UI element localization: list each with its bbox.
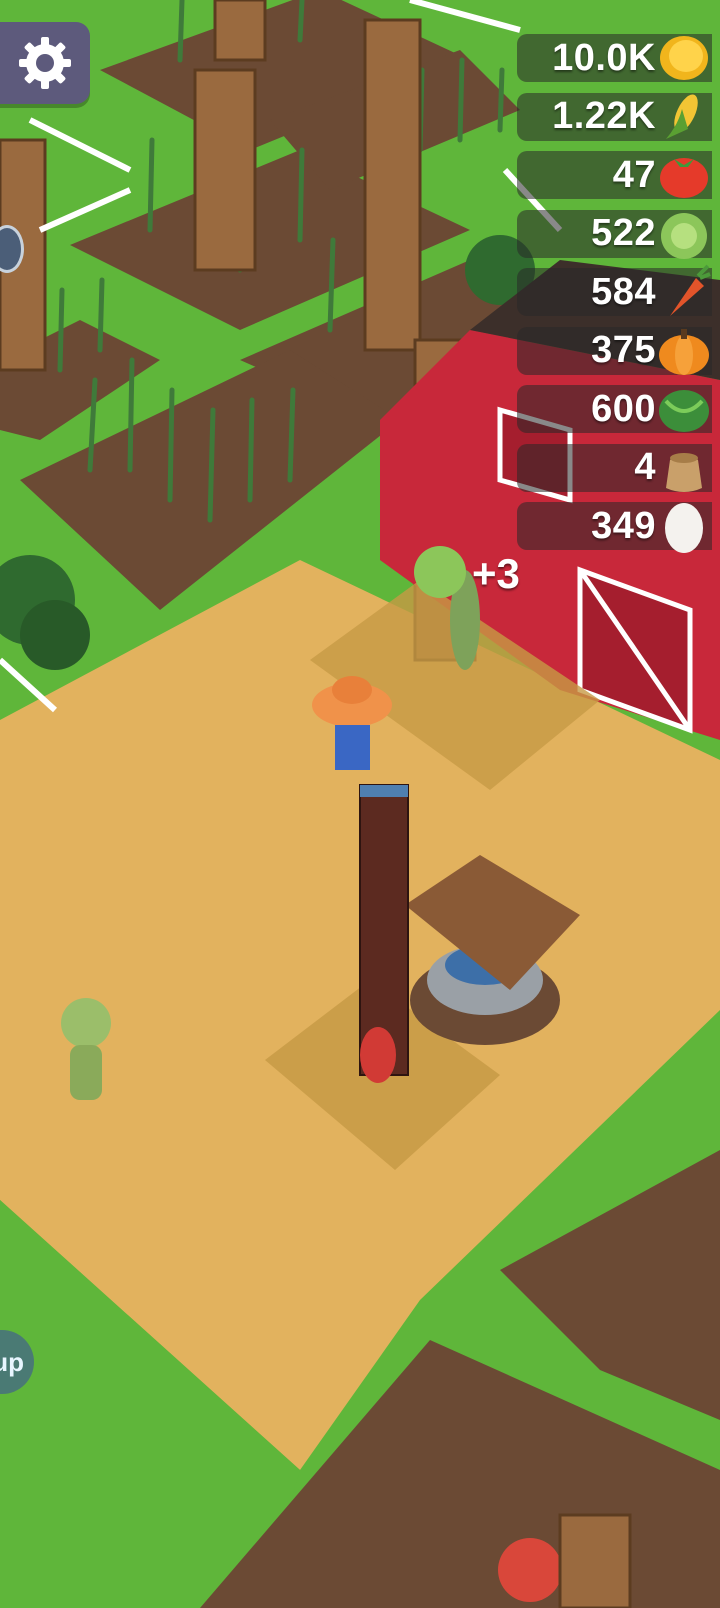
flour-value: 4 bbox=[634, 446, 656, 488]
carrot-value: 584 bbox=[591, 270, 656, 313]
gear-icon bbox=[19, 37, 71, 89]
tomato-icon bbox=[660, 158, 708, 198]
corn-icon bbox=[666, 93, 698, 139]
watermelon-value: 600 bbox=[591, 387, 656, 430]
corn-counter: 1.22K bbox=[517, 92, 712, 141]
tomato-value: 47 bbox=[612, 153, 656, 196]
carrot-counter: 584 bbox=[517, 264, 712, 316]
corn-value: 1.22K bbox=[552, 95, 656, 137]
settings-button[interactable] bbox=[0, 22, 90, 104]
gold-coin-icon bbox=[660, 36, 708, 80]
watermelon-icon bbox=[659, 390, 709, 432]
egg-counter: 349 bbox=[517, 502, 712, 553]
resource-counters: 10.0K 1.22K 47 522 584 375 600 4 349 bbox=[517, 34, 712, 561]
cabbage-icon bbox=[661, 212, 707, 259]
tomato-counter: 47 bbox=[517, 151, 712, 199]
carrot-icon bbox=[670, 264, 711, 316]
egg-icon bbox=[665, 503, 703, 553]
watermelon-counter: 600 bbox=[517, 385, 712, 433]
coin-counter: 10.0K bbox=[517, 34, 712, 82]
coin-value: 10.0K bbox=[552, 36, 656, 79]
flour-counter: 4 bbox=[517, 443, 712, 492]
upgrade-edge-label: up bbox=[0, 1346, 24, 1377]
pumpkin-counter: 375 bbox=[517, 326, 712, 375]
egg-value: 349 bbox=[591, 504, 656, 547]
pumpkin-icon bbox=[659, 328, 709, 375]
harvest-gain-text: +3 bbox=[472, 550, 520, 597]
flour-sack-icon bbox=[666, 452, 702, 492]
cabbage-value: 522 bbox=[591, 212, 656, 254]
pumpkin-value: 375 bbox=[591, 329, 656, 371]
cabbage-counter: 522 bbox=[517, 209, 712, 259]
